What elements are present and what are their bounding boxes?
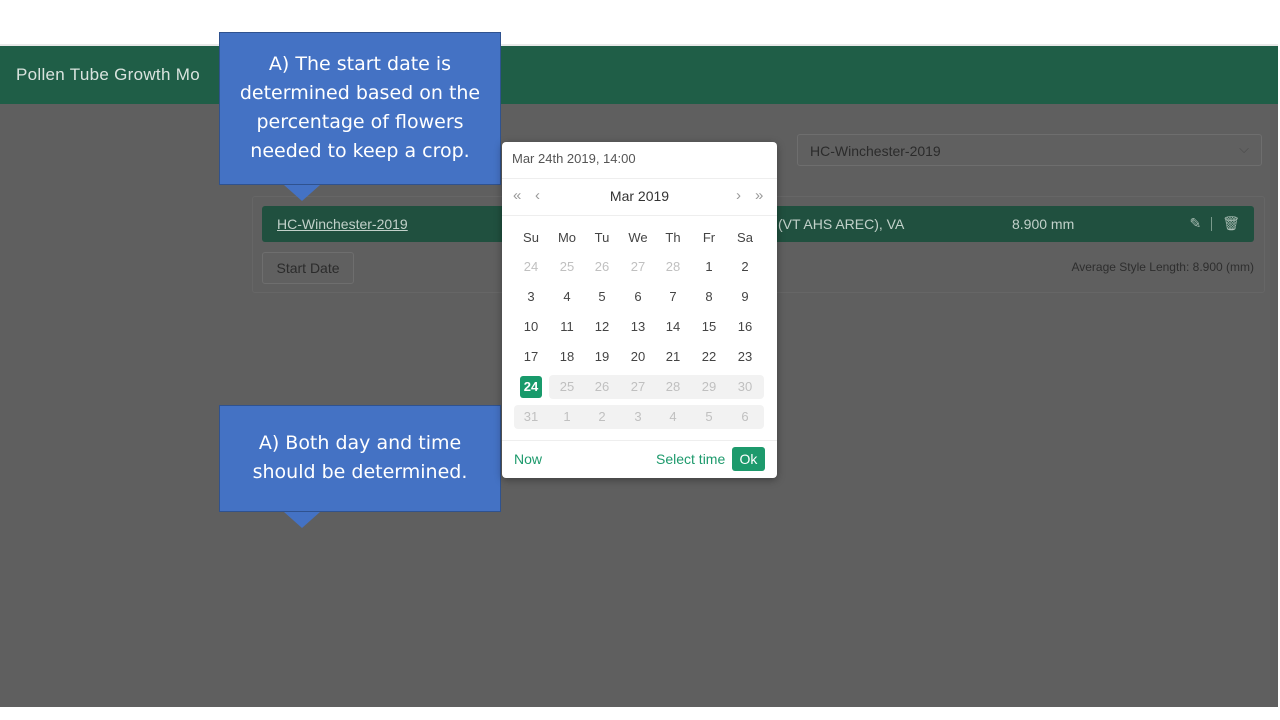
ok-button[interactable]: Ok (732, 447, 765, 471)
calendar-day: 26 (594, 259, 610, 274)
weekday-label: Su (523, 230, 539, 245)
calendar-day: 27 (630, 259, 646, 274)
divider (502, 215, 777, 216)
calendar-day[interactable]: 14 (656, 316, 690, 338)
calendar-day[interactable]: 6 (621, 286, 655, 308)
callout-start-date-text: A) The start date is determined based on… (239, 53, 481, 162)
calendar-day[interactable]: 16 (728, 316, 762, 338)
dataset-style-length: 8.900 mm (1012, 216, 1075, 232)
calendar-day[interactable]: 3 (514, 286, 548, 308)
chevron-down-icon: ⌵ (1239, 141, 1249, 156)
calendar-day[interactable]: 8 (692, 286, 726, 308)
calendar-day: 27 (630, 379, 646, 394)
calendar-day[interactable]: 20 (621, 346, 655, 368)
calendar-day: 29 (701, 379, 717, 394)
select-time-button[interactable]: Select time (656, 451, 725, 467)
divider (502, 178, 777, 179)
next-month-button[interactable]: › (736, 187, 741, 204)
calendar-day: 31 (523, 409, 539, 424)
weekday-label: Tu (594, 230, 610, 245)
calendar-day[interactable]: 15 (692, 316, 726, 338)
calendar-day: 6 (741, 409, 749, 424)
divider (1211, 216, 1213, 231)
calendar-day: 2 (598, 409, 606, 424)
average-style-length: Average Style Length: 8.900 (mm) (1071, 260, 1254, 274)
calendar-day[interactable]: 12 (585, 316, 619, 338)
calendar-day[interactable]: 9 (728, 286, 762, 308)
calendar-day: 30 (737, 379, 753, 394)
calendar-day[interactable]: 21 (656, 346, 690, 368)
calendar-day[interactable]: 18 (550, 346, 584, 368)
app-title: Pollen Tube Growth Mo (16, 65, 200, 84)
calendar-day: 26 (594, 379, 610, 394)
calendar-day[interactable]: 22 (692, 346, 726, 368)
calendar-day[interactable]: 10 (514, 316, 548, 338)
calendar-day[interactable]: 13 (621, 316, 655, 338)
callout-start-date-pointer (284, 185, 320, 201)
dataset-select-value: HC-Winchester-2019 (810, 143, 941, 159)
calendar-day: 3 (634, 409, 642, 424)
dataset-location: (VT AHS AREC), VA (778, 216, 905, 232)
calendar-day[interactable]: 23 (728, 346, 762, 368)
calendar-day: 1 (563, 409, 571, 424)
calendar-day[interactable]: 1 (692, 256, 726, 278)
slide-background (0, 0, 1280, 44)
dataset-link[interactable]: HC-Winchester-2019 (277, 216, 408, 232)
dataset-select[interactable]: HC-Winchester-2019 ⌵ (797, 134, 1262, 166)
calendar-day: 4 (669, 409, 677, 424)
weekday-label: Mo (557, 230, 577, 245)
calendar-day[interactable]: 4 (550, 286, 584, 308)
date-time-picker: Mar 24th 2019, 14:00 « ‹ Mar 2019 › » Su… (502, 142, 777, 478)
calendar-day: 25 (559, 259, 575, 274)
divider (502, 440, 777, 441)
edit-icon[interactable]: ✎ (1189, 215, 1201, 232)
calendar-day[interactable]: 5 (585, 286, 619, 308)
calendar-day: 28 (665, 259, 681, 274)
navbar: Pollen Tube Growth Mo (0, 46, 1278, 104)
calendar-day[interactable]: 2 (728, 256, 762, 278)
calendar-day-selected[interactable]: 24 (520, 376, 542, 398)
weekday-label: Th (665, 230, 681, 245)
calendar-day[interactable]: 17 (514, 346, 548, 368)
calendar-day: 24 (523, 259, 539, 274)
calendar-day[interactable]: 11 (550, 316, 584, 338)
weekday-label: Fr (702, 230, 716, 245)
callout-day-time: A) Both day and time should be determine… (219, 405, 501, 512)
callout-day-time-text: A) Both day and time should be determine… (252, 432, 468, 483)
weekday-label: We (628, 230, 648, 245)
start-date-button[interactable]: Start Date (262, 252, 354, 284)
weekday-label: Sa (737, 230, 753, 245)
callout-day-time-pointer (284, 512, 320, 528)
row-actions: ✎ 🗑 (1189, 215, 1240, 232)
calendar-day: 25 (559, 379, 575, 394)
callout-start-date: A) The start date is determined based on… (219, 32, 501, 185)
calendar-day: 28 (665, 379, 681, 394)
calendar-day[interactable]: 7 (656, 286, 690, 308)
next-year-button[interactable]: » (755, 187, 763, 204)
now-button[interactable]: Now (514, 451, 542, 467)
calendar-day: 5 (705, 409, 713, 424)
picker-input-value[interactable]: Mar 24th 2019, 14:00 (512, 151, 636, 166)
trash-icon[interactable]: 🗑 (1222, 215, 1240, 232)
calendar-day[interactable]: 19 (585, 346, 619, 368)
